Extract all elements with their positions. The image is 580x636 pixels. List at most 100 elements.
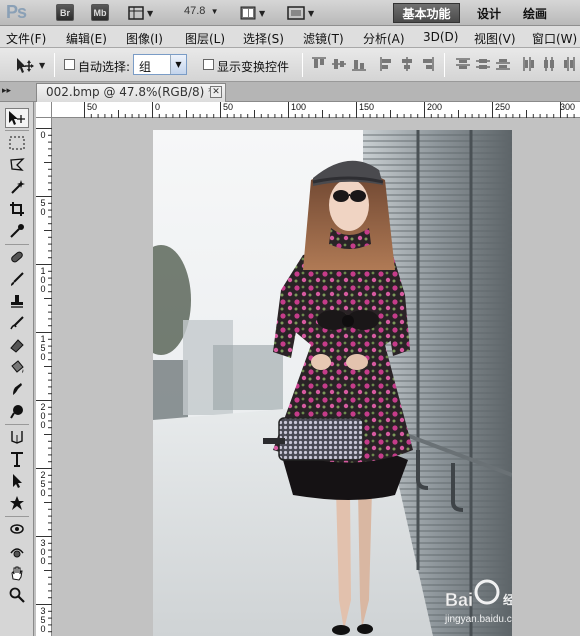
auto-select-checkbox[interactable]	[64, 59, 75, 70]
blur-tool[interactable]	[5, 379, 29, 399]
ruler-label: 200	[427, 102, 443, 112]
align-horizontal-center-icon[interactable]	[400, 57, 414, 71]
align-right-icon[interactable]	[420, 57, 434, 71]
workspace-painting-button[interactable]: 绘画	[523, 5, 547, 22]
menu-edit[interactable]: 编辑(E)	[66, 30, 107, 47]
gradient-tool[interactable]	[5, 357, 29, 377]
quick-select-tool[interactable]	[5, 177, 29, 197]
eraser-tool[interactable]	[5, 335, 29, 355]
ruler-label: 250	[495, 102, 511, 112]
menu-window[interactable]: 窗口(W)	[532, 30, 577, 47]
menu-view[interactable]: 视图(V)	[474, 30, 516, 47]
menu-image[interactable]: 图像(I)	[126, 30, 163, 47]
divider	[5, 516, 29, 517]
tools-panel	[0, 102, 34, 636]
arrange-documents-dropdown[interactable]: ▼	[240, 5, 265, 21]
move-tool-icon	[9, 111, 25, 125]
distribute-horizontal-center-icon[interactable]	[542, 57, 556, 71]
bridge-button[interactable]: Br	[56, 4, 74, 21]
type-tool[interactable]	[5, 449, 29, 469]
distribute-bottom-icon[interactable]	[496, 57, 510, 71]
zoom-level[interactable]: 47.8 ▼	[184, 5, 219, 17]
smudge-icon	[13, 383, 22, 395]
menu-select[interactable]: 选择(S)	[243, 30, 284, 47]
hand-tool[interactable]	[5, 563, 29, 583]
ruler-label: 50	[223, 102, 234, 112]
photo-image: Bai 经验 jingyan.baidu.com	[153, 130, 512, 636]
divider	[444, 53, 445, 77]
distribute-right-icon[interactable]	[562, 57, 576, 71]
burn-icon	[10, 405, 23, 419]
menu-analysis[interactable]: 分析(A)	[363, 30, 405, 47]
watermark-url: jingyan.baidu.com	[444, 614, 512, 625]
view-extras-dropdown[interactable]: ▼	[128, 5, 153, 21]
history-brush-icon	[10, 316, 24, 330]
marquee-tool[interactable]	[5, 133, 29, 153]
rectangular-marquee-icon	[9, 136, 25, 150]
align-bottom-icon[interactable]	[352, 57, 366, 71]
distribute-top-icon[interactable]	[456, 57, 470, 71]
ruler-label: 300	[560, 102, 576, 112]
auto-select-dropdown[interactable]: 组 ▼	[133, 54, 187, 75]
ruler-label: 0	[155, 102, 161, 112]
custom-shape-icon	[10, 496, 24, 510]
brush-tool[interactable]	[5, 269, 29, 289]
watermark-brand: Bai	[445, 590, 473, 610]
eyedropper-tool[interactable]	[5, 221, 29, 241]
ruler-origin[interactable]	[36, 102, 52, 118]
healing-brush-tool[interactable]	[5, 247, 29, 267]
ruler-label: 2 5 0	[40, 470, 46, 498]
workspace-design-button[interactable]: 设计	[477, 5, 501, 22]
document-tab[interactable]: 002.bmp @ 47.8%(RGB/8) * ✕	[36, 83, 226, 102]
show-transform-controls-checkbox[interactable]	[203, 59, 214, 70]
ruler-label: 3 5 0	[40, 606, 46, 634]
chevron-down-icon: ▼	[208, 7, 219, 16]
move-tool[interactable]	[5, 108, 29, 128]
menu-3d[interactable]: 3D(D)	[423, 30, 458, 44]
watermark-suffix: 经验	[503, 592, 512, 607]
dodge-tool[interactable]	[5, 401, 29, 421]
show-transform-controls-label: 显示变换控件	[217, 60, 290, 74]
collapse-panels-icon[interactable]: ▸▸	[2, 86, 11, 96]
application-bar: Ps Br Mb ▼ 47.8 ▼ ▼ ▼ 基本功能 设计 绘画	[0, 0, 580, 26]
chevron-down-icon: ▼	[259, 8, 266, 18]
3d-orbit-icon	[10, 548, 24, 558]
3d-rotate-tool[interactable]	[5, 519, 29, 539]
ruler-label: 2 0 0	[40, 402, 46, 430]
ruler-label: 0	[40, 130, 46, 140]
document-canvas[interactable]: Bai 经验 jingyan.baidu.com	[53, 119, 580, 636]
close-icon[interactable]: ✕	[210, 86, 222, 98]
history-brush-tool[interactable]	[5, 313, 29, 333]
tool-preset-picker[interactable]: ▼	[14, 56, 45, 74]
zoom-icon	[9, 587, 25, 603]
align-vertical-center-icon[interactable]	[332, 57, 346, 71]
shape-tool[interactable]	[5, 493, 29, 513]
mini-bridge-button[interactable]: Mb	[91, 4, 109, 21]
screen-mode-dropdown[interactable]: ▼	[287, 5, 314, 21]
clone-stamp-tool[interactable]	[5, 291, 29, 311]
options-bar: ▼ 自动选择: 组 ▼ 显示变换控件	[0, 48, 580, 82]
menu-file[interactable]: 文件(F)	[6, 30, 46, 47]
crop-tool[interactable]	[5, 199, 29, 219]
ruler-label: 50	[87, 102, 98, 112]
distribute-vertical-center-icon[interactable]	[476, 57, 490, 71]
workspace-essentials-button[interactable]: 基本功能	[393, 3, 460, 23]
menu-filter[interactable]: 滤镜(T)	[303, 30, 344, 47]
auto-select-label: 自动选择:	[78, 60, 131, 74]
lasso-tool[interactable]	[5, 155, 29, 175]
zoom-value: 47.8	[184, 5, 206, 17]
zoom-tool[interactable]	[5, 585, 29, 605]
brush-icon	[11, 272, 24, 286]
3d-orbit-tool[interactable]	[5, 541, 29, 561]
eraser-icon	[10, 339, 24, 353]
arrange-documents-icon	[240, 6, 256, 20]
path-select-tool[interactable]	[5, 471, 29, 491]
divider	[5, 424, 29, 425]
align-left-icon[interactable]	[380, 57, 394, 71]
divider	[302, 53, 303, 77]
menu-layer[interactable]: 图层(L)	[185, 30, 225, 47]
eyedropper-icon	[10, 224, 24, 238]
distribute-left-icon[interactable]	[522, 57, 536, 71]
align-top-icon[interactable]	[312, 57, 326, 71]
pen-tool[interactable]	[5, 427, 29, 447]
